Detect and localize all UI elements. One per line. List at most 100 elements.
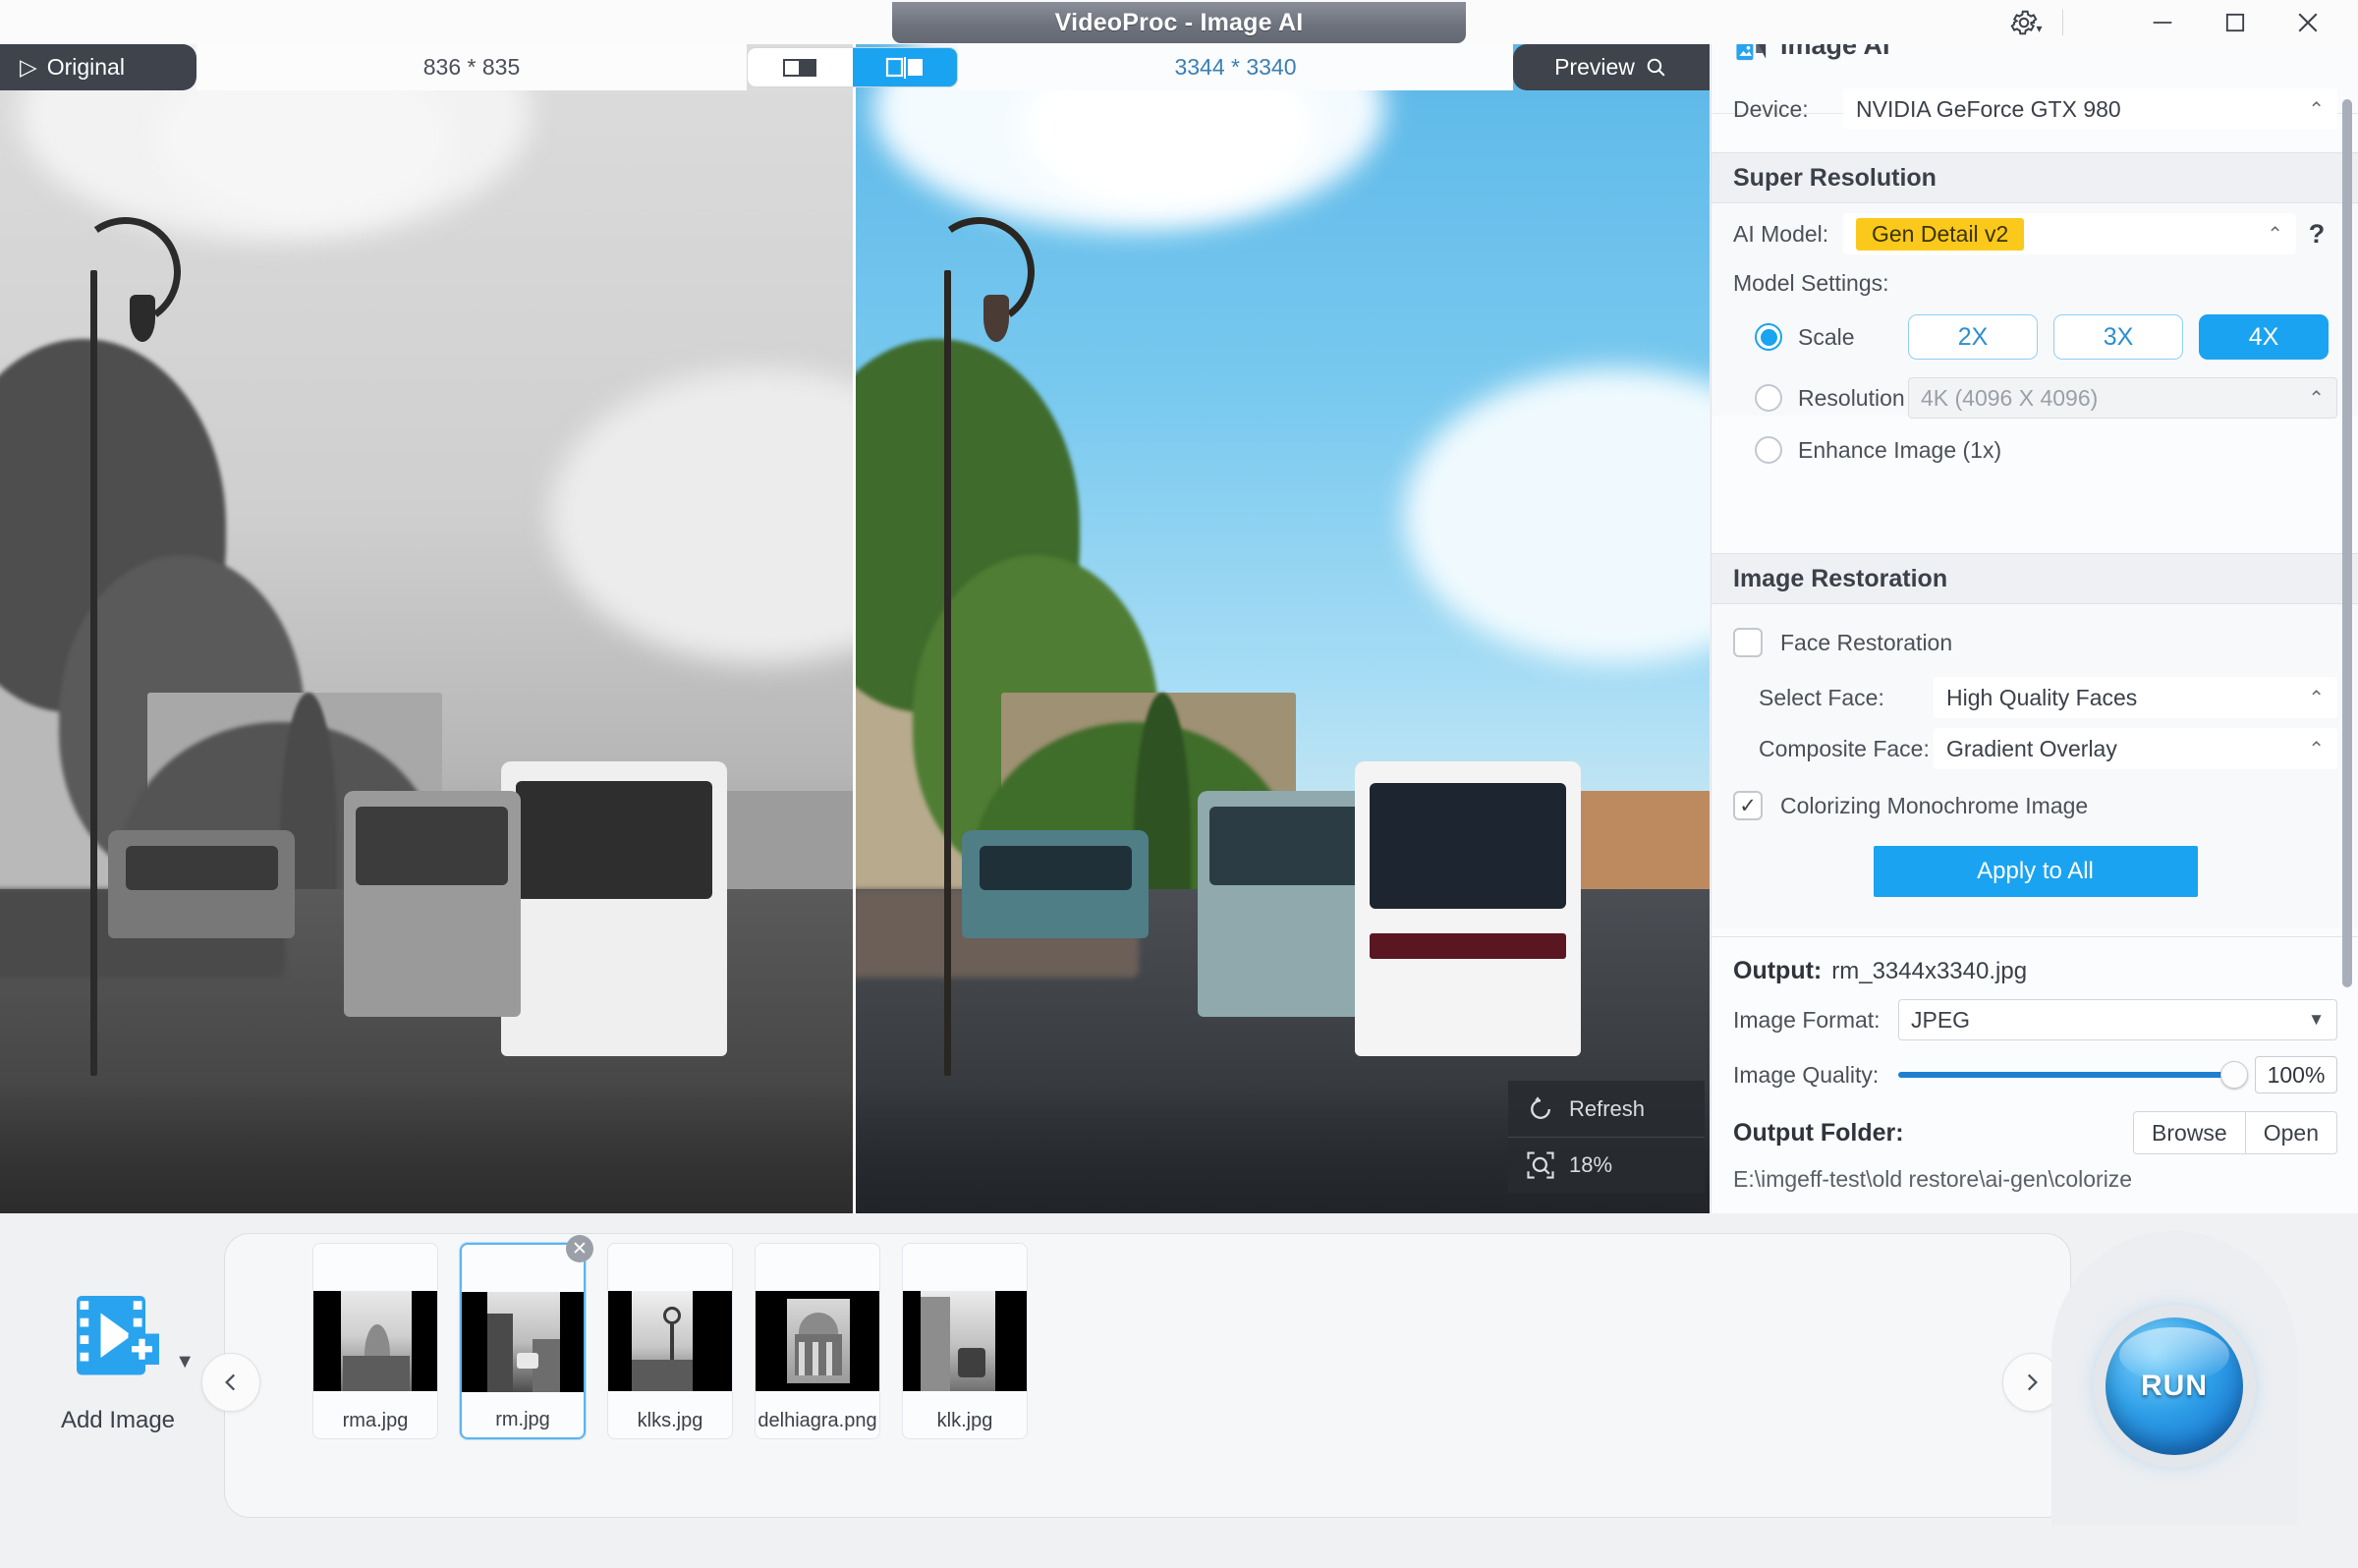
select-face-row: Select Face: High Quality Faces ⌃ [1733, 677, 2337, 718]
minimize-icon [2149, 9, 2176, 36]
chevron-updown-icon: ⌃ [2308, 686, 2325, 710]
image-quality-value[interactable]: 100% [2255, 1056, 2337, 1093]
image-quality-slider[interactable] [1898, 1072, 2237, 1078]
play-icon: ▷ [20, 54, 37, 81]
composite-face-value: Gradient Overlay [1946, 736, 2117, 762]
chevron-right-icon [2019, 1370, 2045, 1395]
enhance-radio[interactable] [1755, 436, 1782, 464]
open-button[interactable]: Open [2246, 1111, 2337, 1154]
output-label: Output: [1733, 957, 1822, 985]
panel-title: Image AI [1780, 44, 1890, 61]
add-image-dropdown-icon[interactable]: ▼ [175, 1351, 195, 1373]
resolution-select[interactable]: 4K (4096 X 4096) ⌃ [1908, 377, 2337, 419]
view-mode-toggle[interactable] [747, 47, 958, 87]
preview-dimensions: 3344 * 3340 [958, 44, 1513, 90]
image-ai-settings-panel[interactable]: Image AI Device: NVIDIA GeForce GTX 980 … [1711, 44, 2358, 1213]
compare-split-divider[interactable] [853, 44, 856, 1213]
list-item[interactable]: ✕ rm.jpg [460, 1243, 586, 1439]
face-restoration-checkbox[interactable] [1733, 628, 1763, 657]
titlebar-divider [2062, 10, 2063, 35]
thumbnail-image [462, 1292, 584, 1392]
view-mode-split[interactable] [853, 48, 958, 86]
ai-model-row: AI Model: Gen Detail v2 ⌃ ? [1733, 203, 2337, 264]
browse-button[interactable]: Browse [2133, 1111, 2246, 1154]
list-item[interactable]: klks.jpg [607, 1243, 733, 1439]
updown-chevrons-icon: ⌃ [2308, 97, 2325, 122]
chevron-left-icon [218, 1370, 244, 1395]
scale-option-2x[interactable]: 2X [1908, 314, 2038, 360]
ai-model-select[interactable]: Gen Detail v2 ⌃ [1843, 213, 2296, 254]
search-icon [1644, 55, 1668, 80]
thumbnail-label: rma.jpg [343, 1410, 409, 1432]
composite-face-row: Composite Face: Gradient Overlay ⌃ [1733, 728, 2337, 769]
output-file-row: Output: rm_3344x3340.jpg [1733, 957, 2337, 985]
settings-button[interactable]: ▾ [1996, 0, 2055, 44]
videoproc-image-ai-window: VideoProc - Image AI ▾ [0, 0, 2358, 1568]
run-button[interactable]: RUN [2105, 1317, 2243, 1455]
device-label: Device: [1733, 96, 1843, 123]
remove-thumbnail-button[interactable]: ✕ [566, 1235, 593, 1262]
thumbnail-image [313, 1291, 437, 1391]
scale-option-4x[interactable]: 4X [2199, 314, 2329, 360]
ai-model-help-button[interactable]: ? [2296, 219, 2337, 250]
image-ai-icon [1735, 44, 1768, 70]
resolution-radio[interactable] [1755, 384, 1782, 412]
preview-image-pane[interactable] [854, 44, 1710, 1213]
minimize-button[interactable] [2126, 0, 2199, 44]
add-image-icon [63, 1282, 173, 1392]
close-icon [2293, 8, 2323, 37]
close-button[interactable] [2272, 0, 2344, 44]
zoom-level-button[interactable]: 18% [1508, 1137, 1705, 1193]
single-view-icon [774, 54, 825, 82]
thumbnail-image [608, 1291, 732, 1391]
maximize-button[interactable] [2199, 0, 2272, 44]
thumbnail-label: klks.jpg [638, 1410, 703, 1432]
colorizing-checkbox[interactable]: ✓ [1733, 791, 1763, 820]
section-super-resolution-title: Super Resolution [1712, 152, 2358, 203]
image-format-select[interactable]: JPEG ▼ [1898, 999, 2337, 1040]
original-image-pane[interactable] [0, 44, 854, 1213]
gear-icon [2009, 8, 2039, 37]
scale-radio[interactable] [1755, 323, 1782, 351]
output-filename: rm_3344x3340.jpg [1831, 958, 2027, 985]
slider-knob[interactable] [2220, 1061, 2248, 1089]
refresh-button[interactable]: Refresh [1508, 1081, 1705, 1137]
resolution-row: Resolution 4K (4096 X 4096) ⌃ [1733, 377, 2337, 419]
device-value: NVIDIA GeForce GTX 980 [1856, 96, 2121, 123]
ai-model-label: AI Model: [1733, 221, 1843, 248]
image-compare-stage[interactable]: Refresh 18% [0, 44, 1710, 1213]
select-face-value: High Quality Faces [1946, 685, 2137, 711]
select-face-label: Select Face: [1759, 685, 1934, 711]
enhance-label: Enhance Image (1x) [1798, 437, 2001, 464]
original-dimensions: 836 * 835 [196, 44, 747, 90]
image-quality-label: Image Quality: [1733, 1062, 1898, 1089]
chevron-updown-icon: ⌃ [2308, 386, 2325, 411]
split-view-icon [879, 54, 930, 82]
list-item[interactable]: klk.jpg [902, 1243, 1028, 1439]
folder-buttons: Browse Open [2133, 1111, 2337, 1154]
chevron-down-icon: ▼ [2308, 1010, 2325, 1030]
filmstrip-prev-button[interactable] [201, 1353, 260, 1412]
section-image-restoration: Face Restoration Select Face: High Quali… [1712, 604, 2358, 928]
tab-preview[interactable]: Preview [1513, 44, 1710, 90]
view-mode-single[interactable] [748, 48, 853, 86]
add-image-label: Add Image [39, 1407, 196, 1434]
composite-face-select[interactable]: Gradient Overlay ⌃ [1934, 728, 2337, 769]
thumbnail-label: delhiagra.png [758, 1410, 876, 1432]
composite-face-label: Composite Face: [1759, 736, 1934, 762]
window-title: VideoProc - Image AI [892, 2, 1466, 43]
select-face-select[interactable]: High Quality Faces ⌃ [1934, 677, 2337, 718]
panel-scrollbar[interactable] [2342, 99, 2352, 987]
scale-option-3x[interactable]: 3X [2053, 314, 2183, 360]
run-button-housing: RUN [2051, 1231, 2297, 1526]
tab-original[interactable]: ▷ Original [0, 44, 196, 90]
chevron-updown-icon: ⌃ [2267, 222, 2283, 247]
slider-track [1898, 1072, 2237, 1078]
list-item[interactable]: rma.jpg [312, 1243, 438, 1439]
add-image-button[interactable]: Add Image ▼ [39, 1282, 196, 1434]
apply-to-all-button[interactable]: Apply to All [1874, 846, 2198, 897]
resolution-value: 4K (4096 X 4096) [1921, 385, 2098, 412]
resolution-label: Resolution [1798, 385, 1892, 412]
device-select[interactable]: NVIDIA GeForce GTX 980 ⌃ [1843, 88, 2337, 130]
list-item[interactable]: delhiagra.png [755, 1243, 880, 1439]
